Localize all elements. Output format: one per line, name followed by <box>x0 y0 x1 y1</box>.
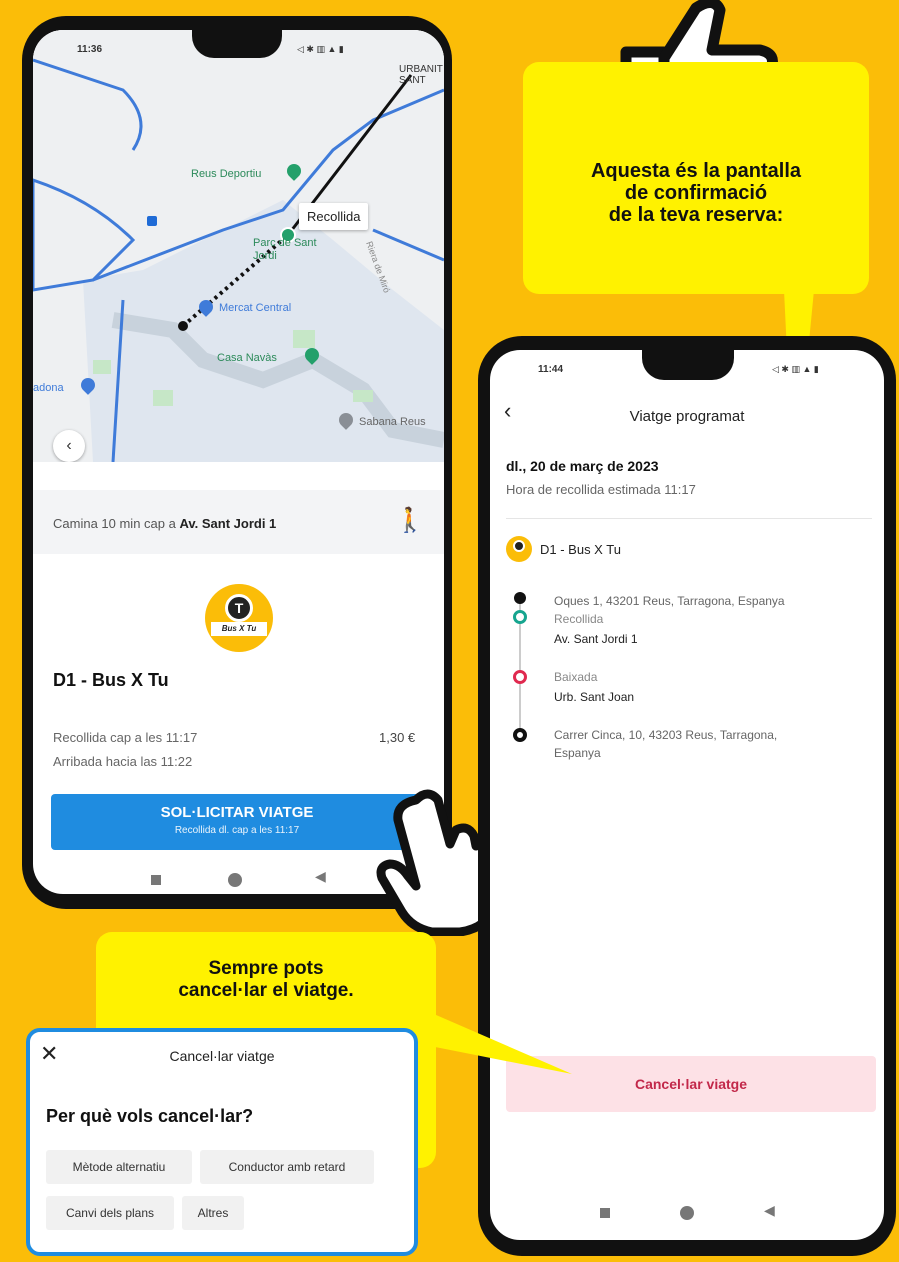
right-phone: 11:44 ◁ ✱ ▥ ▲ ▮ ‹ Viatge programat dl., … <box>478 336 896 1256</box>
map-back-button[interactable]: ‹ <box>53 430 85 462</box>
origin-address: Oques 1, 43201 Reus, Tarragona, Espanya <box>554 594 785 608</box>
walk-instruction: Camina 10 min cap a Av. Sant Jordi 1 <box>53 516 276 531</box>
reason-chip-change-plans[interactable]: Canvi dels plans <box>46 1196 174 1230</box>
request-trip-label: SOL·LICITAR VIATGE <box>160 804 314 821</box>
nav-home-button-right[interactable] <box>680 1206 694 1220</box>
left-phone-notch <box>192 28 282 58</box>
pickup-estimate: Hora de recollida estimada 11:17 <box>506 482 696 497</box>
pickup-dot-icon <box>513 610 527 624</box>
walking-person-icon: 🚶 <box>395 507 425 534</box>
destination-address-line1: Carrer Cinca, 10, 43203 Reus, Tarragona, <box>554 728 778 742</box>
cancel-callout-pointer <box>420 1008 572 1074</box>
cancel-question: Per què vols cancel·lar? <box>46 1106 254 1126</box>
nav-recents-button-right[interactable] <box>600 1208 610 1218</box>
map-label-urbanit: URBANIT SANT <box>399 64 443 86</box>
cancel-trip-sheet: ✕ Cancel·lar viatge Per què vols cancel·… <box>26 1028 418 1256</box>
cancel-callout-text: Sempre pots cancel·lar el viatge. <box>178 958 354 1001</box>
request-trip-button[interactable]: SOL·LICITAR VIATGE Recollida dl. cap a l… <box>51 794 423 850</box>
service-name-right: D1 - Bus X Tu <box>540 542 621 557</box>
map-label-mercat-central: Mercat Central <box>219 302 292 314</box>
status-time-right: 11:44 <box>538 364 564 375</box>
route-map[interactable]: 11:36 ◁ ✱ ▥ ▲ ▮ Reus Deportiu Recollida … <box>33 30 444 462</box>
chevron-left-icon: ‹ <box>66 437 72 454</box>
request-trip-sublabel: Recollida dl. cap a les 11:17 <box>174 825 300 836</box>
header-title: Viatge programat <box>629 408 745 425</box>
status-icons: ◁ ✱ ▥ ▲ ▮ <box>297 44 344 54</box>
pickup-time: Recollida cap a les 11:17 <box>53 730 198 745</box>
origin-dot-icon <box>514 592 526 604</box>
pickup-label: Recollida <box>554 612 604 626</box>
map-label-sabana-reus: Sabana Reus <box>359 416 426 428</box>
nav-recents-button[interactable] <box>151 875 161 885</box>
map-label-adona: adona <box>33 382 64 394</box>
pickup-map-tag: Recollida <box>299 203 369 230</box>
status-time: 11:36 <box>77 44 103 55</box>
reason-chip-alternative-method[interactable]: Mètode alternatiu <box>46 1150 192 1184</box>
cancel-trip-label: Cancel·lar viatge <box>634 1076 748 1092</box>
sheet-title: Cancel·lar viatge <box>169 1048 275 1064</box>
right-phone-notch <box>642 348 734 380</box>
left-phone-screen: 11:36 ◁ ✱ ▥ ▲ ▮ Reus Deportiu Recollida … <box>33 30 444 894</box>
bus-x-tu-small-logo <box>506 536 532 562</box>
right-phone-screen: 11:44 ◁ ✱ ▥ ▲ ▮ ‹ Viatge programat dl., … <box>490 350 884 1240</box>
reason-chip-other[interactable]: Altres <box>182 1196 244 1230</box>
trip-date: dl., 20 de març de 2023 <box>506 458 659 474</box>
destination-address-line2: Espanya <box>554 746 601 760</box>
left-phone: 11:36 ◁ ✱ ▥ ▲ ▮ Reus Deportiu Recollida … <box>22 16 452 909</box>
destination-dot-icon <box>513 728 527 742</box>
dropoff-stop: Urb. Sant Joan <box>554 690 635 704</box>
pickup-stop: Av. Sant Jordi 1 <box>554 632 638 646</box>
walk-destination: Av. Sant Jordi 1 <box>179 516 277 531</box>
status-icons-right: ◁ ✱ ▥ ▲ ▮ <box>772 364 819 374</box>
dropoff-label: Baixada <box>554 670 598 684</box>
bus-x-tu-logo: T Bus X Tu <box>205 584 273 652</box>
walk-instruction-row: Camina 10 min cap a Av. Sant Jordi 1 🚶 <box>33 490 444 554</box>
confirmation-callout-text: Aquesta és la pantalla de confirmació de… <box>590 160 802 226</box>
map-label-parc-sant-jordi: Parc de Sant Jordi <box>253 237 317 262</box>
service-name: D1 - Bus X Tu <box>53 670 169 690</box>
price: 1,30 € <box>379 730 416 745</box>
nav-back-button[interactable]: ◀ <box>315 868 326 885</box>
map-label-casa-navas: Casa Navàs <box>217 352 277 364</box>
arrival-time: Arribada hacia las 11:22 <box>53 754 193 769</box>
map-label-reus-deportiu: Reus Deportiu <box>191 168 262 180</box>
reason-chip-driver-delay[interactable]: Conductor amb retard <box>200 1150 374 1184</box>
nav-home-button[interactable] <box>228 873 242 887</box>
walk-prefix: Camina 10 min cap a <box>53 516 176 531</box>
logo-text: Bus X Tu <box>211 622 267 636</box>
dropoff-dot-icon <box>513 670 527 684</box>
divider <box>506 518 872 519</box>
nav-back-button-right[interactable]: ◀ <box>764 1202 775 1219</box>
